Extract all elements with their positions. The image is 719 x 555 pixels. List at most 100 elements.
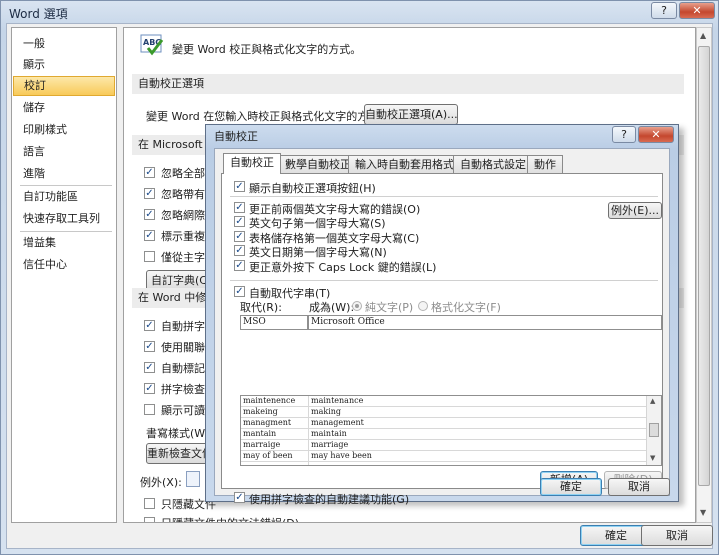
options-nav: 一般 顯示 校訂 儲存 印刷樣式 語言 進階 自訂功能區 快速存取工具列 增益集… (11, 27, 117, 523)
scroll-thumb[interactable] (698, 46, 710, 486)
dialog-cancel-button[interactable]: 取消 (608, 478, 670, 496)
nav-divider (20, 231, 112, 232)
replace-input[interactable]: MSO (240, 315, 308, 330)
nav-item-general[interactable]: 一般 (13, 34, 115, 54)
tab-actions[interactable]: 動作 (527, 155, 563, 173)
checkbox-flag-repeated[interactable]: ✓ (144, 230, 155, 241)
row-to: management (311, 418, 364, 427)
row-to: making (311, 407, 342, 416)
autocorrect-tab-page: ✓ 顯示自動校正選項按鈕(H) ✓ 更正前兩個英文字母大寫的錯誤(O) ✓ 英文… (221, 173, 663, 506)
with-input[interactable]: Microsoft Office (308, 315, 662, 330)
list-row[interactable]: may of been may have been (241, 451, 646, 462)
column-divider (308, 396, 309, 465)
row-to: marriage (311, 440, 349, 449)
scroll-up-icon[interactable]: ▲ (650, 397, 655, 405)
list-row[interactable]: managment management (241, 418, 646, 429)
row-from: mantain (243, 429, 277, 438)
checkbox-caps-lock[interactable]: ✓ (234, 260, 245, 271)
cancel-button[interactable]: 取消 (641, 525, 713, 546)
nav-item-proofing[interactable]: 校訂 (13, 76, 115, 96)
recheck-document-button[interactable]: 重新檢查文件 (146, 443, 214, 464)
checkbox-mark-grammar[interactable]: ✓ (144, 362, 155, 373)
checkbox-ignore-uppercase[interactable]: ✓ (144, 167, 155, 178)
checkbox-two-initial-caps[interactable]: ✓ (234, 202, 245, 213)
checkbox-contextual[interactable]: ✓ (144, 341, 155, 352)
checkbox-grammar-with-spelling[interactable]: ✓ (144, 383, 155, 394)
checkbox-capitalize-table-cells[interactable]: ✓ (234, 231, 245, 242)
dialog-ok-button[interactable]: 確定 (540, 478, 602, 496)
autocorrect-options-button[interactable]: 自動校正選項(A)... (364, 104, 458, 125)
option-capitalize-sentences: 英文句子第一個字母大寫(S) (249, 217, 386, 230)
row-to: maintenance (311, 396, 364, 405)
radio-formatted-text[interactable] (418, 301, 428, 311)
list-row[interactable]: marraige marriage (241, 440, 646, 451)
list-scrollbar[interactable]: ▲ ▼ (646, 396, 661, 465)
checkbox-ignore-internet[interactable]: ✓ (144, 209, 155, 220)
replacement-list[interactable]: maintenence maintenance makeing making man… (240, 395, 662, 466)
dialog-title: 自動校正 (214, 130, 258, 143)
option-capitalize-days: 英文日期第一個字母大寫(N) (249, 246, 387, 259)
dialog-help-button[interactable]: ? (612, 126, 636, 143)
nav-item-language[interactable]: 語言 (13, 142, 115, 162)
exceptions-label: 例外(X): (140, 476, 182, 489)
nav-item-customize-ribbon[interactable]: 自訂功能區 (13, 187, 115, 207)
row-from: makeing (243, 407, 278, 416)
checkbox-replace-as-you-type[interactable]: ✓ (234, 286, 245, 297)
row-from: maintenence (243, 396, 296, 405)
formatted-text-label: 格式化文字(F) (431, 301, 501, 314)
checkbox-main-dictionary[interactable] (144, 251, 155, 262)
row-to: maintain (311, 429, 347, 438)
checkbox-show-buttons[interactable]: ✓ (234, 181, 245, 192)
divider (230, 196, 658, 197)
with-label: 成為(W): (309, 301, 355, 314)
option-hide-grammar: 只隱藏文件中的文法錯誤(D) (161, 515, 299, 522)
radio-plain-text[interactable] (352, 301, 362, 311)
nav-divider (20, 185, 112, 186)
option-spell-suggestions: 使用拼字檢查的自動建議功能(G) (249, 493, 410, 506)
list-row[interactable]: makeing making (241, 407, 646, 418)
row-to: may have been (311, 451, 372, 460)
checkbox-hide-spelling[interactable] (144, 498, 155, 509)
replace-label: 取代(R): (240, 301, 282, 314)
checkbox-check-spelling[interactable]: ✓ (144, 320, 155, 331)
content-scrollbar[interactable]: ▲ ▼ (696, 27, 712, 523)
list-row[interactable]: maintenence maintenance (241, 396, 646, 407)
section-autocorrect-options: 自動校正選項 (132, 74, 684, 94)
checkbox-ignore-numbers[interactable]: ✓ (144, 188, 155, 199)
checkbox-capitalize-days[interactable]: ✓ (234, 245, 245, 256)
list-row[interactable]: mantain maintain (241, 429, 646, 440)
nav-item-advanced[interactable]: 進階 (13, 164, 115, 184)
help-button[interactable]: ? (651, 2, 677, 19)
close-icon[interactable]: ✕ (679, 2, 715, 19)
tab-autoformat[interactable]: 自動格式設定 (453, 155, 533, 173)
scroll-down-icon[interactable]: ▼ (700, 508, 706, 517)
row-from: may of been (243, 451, 293, 460)
nav-item-trust-center[interactable]: 信任中心 (13, 255, 115, 275)
autocorrect-description: 變更 Word 在您輸入時校正與格式化文字的方式: (146, 110, 383, 123)
row-from: managment (243, 418, 292, 427)
checkbox-capitalize-sentences[interactable]: ✓ (234, 216, 245, 227)
nav-item-addins[interactable]: 增益集 (13, 233, 115, 253)
checkbox-hide-grammar[interactable] (144, 517, 155, 522)
scroll-up-icon[interactable]: ▲ (700, 31, 706, 40)
abc-check-icon: ABC (140, 34, 164, 58)
divider (230, 280, 658, 281)
tab-autoformat-as-you-type[interactable]: 輸入時自動套用格式 (348, 155, 461, 173)
nav-item-quick-access[interactable]: 快速存取工具列 (13, 209, 115, 229)
tab-autocorrect[interactable]: 自動校正 (223, 153, 281, 174)
tab-math-autocorrect[interactable]: 數學自動校正 (278, 155, 358, 173)
nav-item-display[interactable]: 顯示 (13, 55, 115, 75)
dialog-close-icon[interactable]: ✕ (638, 126, 674, 143)
dialog-panel: 自動校正 數學自動校正 輸入時自動套用格式 自動格式設定 動作 ✓ 顯示自動校正… (214, 148, 670, 506)
exceptions-button[interactable]: 例外(E)... (608, 202, 662, 219)
checkbox-spell-suggestions[interactable]: ✓ (234, 492, 245, 503)
scroll-down-icon[interactable]: ▼ (650, 454, 655, 462)
window-title: Word 選項 (9, 7, 68, 21)
option-caps-lock: 更正意外按下 Caps Lock 鍵的錯誤(L) (249, 261, 437, 274)
proofing-header: 變更 Word 校正與格式化文字的方式。 (172, 43, 362, 56)
checkbox-readability[interactable] (144, 404, 155, 415)
nav-item-typography[interactable]: 印刷樣式 (13, 120, 115, 140)
nav-item-save[interactable]: 儲存 (13, 98, 115, 118)
list-scroll-thumb[interactable] (649, 423, 659, 437)
autocorrect-dialog: 自動校正 ? ✕ 自動校正 數學自動校正 輸入時自動套用格式 自動格式設定 動作… (205, 124, 679, 506)
